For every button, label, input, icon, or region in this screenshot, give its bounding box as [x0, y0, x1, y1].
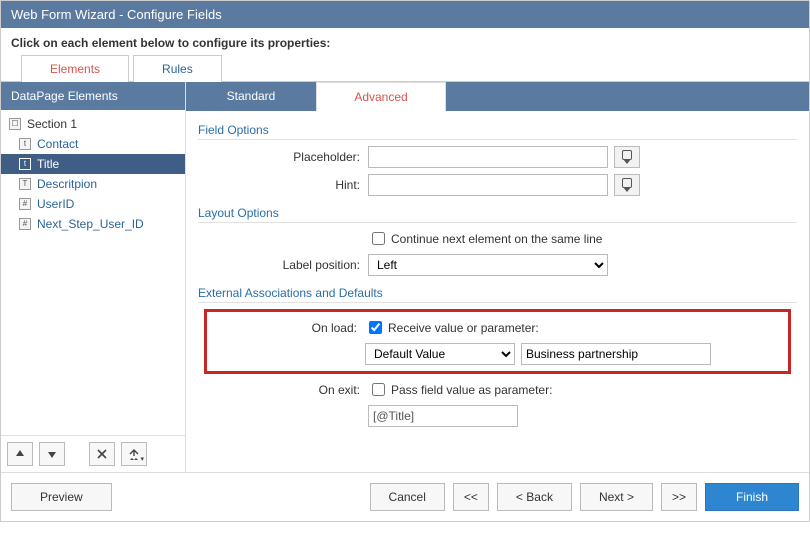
tree-item-label: Title	[37, 157, 59, 171]
advanced-panel: Field Options Placeholder: Hint: Layout …	[186, 111, 809, 472]
tree-item-userid[interactable]: # UserID	[1, 194, 185, 214]
back-button[interactable]: < Back	[497, 483, 572, 511]
number-icon: #	[19, 198, 31, 210]
text-icon: t	[19, 138, 31, 150]
titlebar: Web Form Wizard - Configure Fields	[1, 1, 809, 28]
field-options-header: Field Options	[198, 119, 797, 140]
hint-label: Hint:	[198, 178, 368, 192]
insert-button[interactable]: ▾	[121, 442, 147, 466]
tree-item-label: Descritpion	[37, 177, 97, 191]
external-associations-header: External Associations and Defaults	[198, 282, 797, 303]
onload-label: On load:	[213, 321, 365, 335]
onload-value-input[interactable]	[521, 343, 711, 365]
tree-item-label: Contact	[37, 137, 78, 151]
first-button[interactable]: <<	[453, 483, 489, 511]
continue-label: Continue next element on the same line	[391, 232, 602, 246]
label-position-select[interactable]: Left	[368, 254, 608, 276]
placeholder-label: Placeholder:	[198, 150, 368, 164]
delete-button[interactable]	[89, 442, 115, 466]
onexit-label: On exit:	[198, 383, 368, 397]
tab-rules[interactable]: Rules	[133, 55, 222, 82]
cancel-button[interactable]: Cancel	[370, 483, 445, 511]
move-up-button[interactable]	[7, 442, 33, 466]
next-button[interactable]: Next >	[580, 483, 653, 511]
last-button[interactable]: >>	[661, 483, 697, 511]
arrow-up-icon	[15, 449, 25, 459]
arrow-down-icon	[47, 449, 57, 459]
placeholder-picker-button[interactable]	[614, 146, 640, 168]
main-tabs: Elements Rules	[1, 54, 809, 82]
onexit-value-input[interactable]	[368, 405, 518, 427]
onload-check-label: Receive value or parameter:	[388, 321, 539, 335]
text-icon: t	[19, 158, 31, 170]
tree-item-description[interactable]: T Descritpion	[1, 174, 185, 194]
hint-input[interactable]	[368, 174, 608, 196]
sidebar: DataPage Elements ☐ Section 1 t Contact …	[1, 82, 186, 472]
number-icon: #	[19, 218, 31, 230]
subtab-standard[interactable]: Standard	[186, 82, 316, 111]
onexit-check-label: Pass field value as parameter:	[391, 383, 552, 397]
footer-bar: Preview Cancel << < Back Next > >> Finis…	[1, 472, 809, 521]
workarea: DataPage Elements ☐ Section 1 t Contact …	[1, 82, 809, 472]
content-pane: Standard Advanced Field Options Placehol…	[186, 82, 809, 472]
insert-icon: ▾	[128, 448, 140, 460]
tree-item-contact[interactable]: t Contact	[1, 134, 185, 154]
placeholder-input[interactable]	[368, 146, 608, 168]
continue-checkbox[interactable]	[372, 232, 385, 245]
move-down-button[interactable]	[39, 442, 65, 466]
label-position-label: Label position:	[198, 258, 368, 272]
hint-picker-button[interactable]	[614, 174, 640, 196]
tree-item-title[interactable]: t Title	[1, 154, 185, 174]
tab-elements[interactable]: Elements	[21, 55, 129, 82]
wizard-window: Web Form Wizard - Configure Fields Click…	[0, 0, 810, 522]
tree-item-label: Next_Step_User_ID	[37, 217, 144, 231]
sidebar-header: DataPage Elements	[1, 82, 185, 110]
subtab-advanced[interactable]: Advanced	[316, 82, 446, 111]
element-tree: ☐ Section 1 t Contact t Title T Descritp…	[1, 110, 185, 435]
close-icon	[97, 449, 107, 459]
tree-item-section[interactable]: ☐ Section 1	[1, 114, 185, 134]
layout-options-header: Layout Options	[198, 202, 797, 223]
instruction-text: Click on each element below to configure…	[1, 28, 809, 54]
section-icon: ☐	[9, 118, 21, 130]
sub-tabs: Standard Advanced	[186, 82, 809, 111]
preview-button[interactable]: Preview	[11, 483, 112, 511]
onexit-checkbox[interactable]	[372, 383, 385, 396]
textarea-icon: T	[19, 178, 31, 190]
tree-item-label: Section 1	[27, 117, 77, 131]
onload-highlight: On load: Receive value or parameter: Def…	[204, 309, 791, 374]
tree-item-label: UserID	[37, 197, 74, 211]
onload-checkbox[interactable]	[369, 321, 382, 334]
finish-button[interactable]: Finish	[705, 483, 799, 511]
onload-mode-select[interactable]: Default Value	[365, 343, 515, 365]
sidebar-toolbar: ▾	[1, 435, 185, 472]
tree-item-nextstepuserid[interactable]: # Next_Step_User_ID	[1, 214, 185, 234]
